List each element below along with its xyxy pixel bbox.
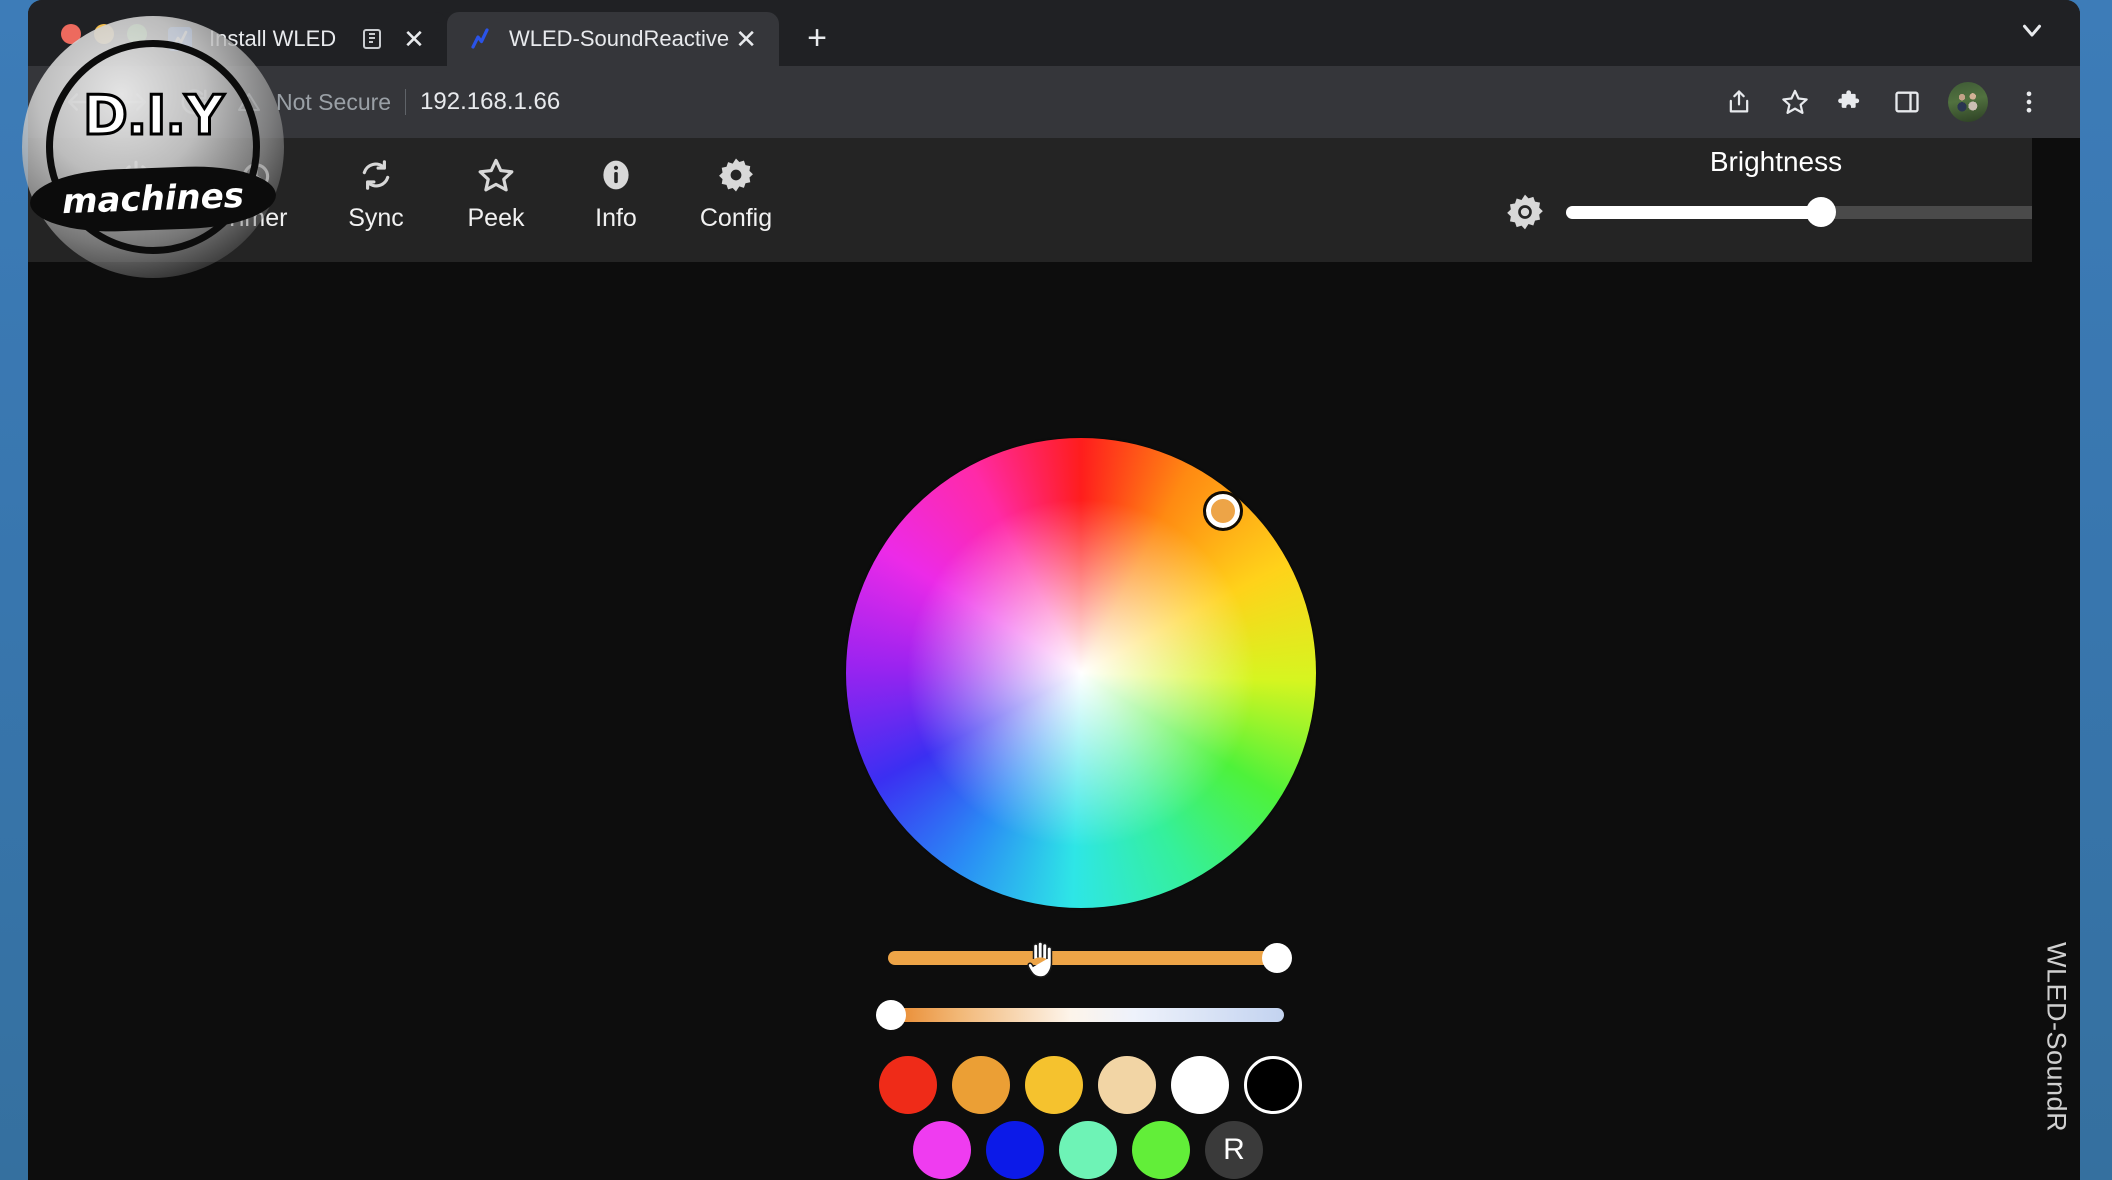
toolbar-label: Power bbox=[101, 204, 172, 233]
color-intensity-slider[interactable] bbox=[888, 945, 1284, 971]
toolbar-item-sync[interactable]: Sync bbox=[316, 138, 436, 233]
toolbar-label: Config bbox=[700, 204, 772, 233]
brightness-control: Brightness bbox=[1496, 146, 2056, 232]
swatch-random-button[interactable]: R bbox=[1205, 1121, 1263, 1179]
slider-thumb[interactable] bbox=[876, 1000, 906, 1030]
toolbar-item-power[interactable]: Power bbox=[76, 138, 196, 233]
color-wheel[interactable] bbox=[846, 438, 1316, 908]
new-tab-button[interactable]: + bbox=[793, 14, 841, 62]
bookmark-star-icon[interactable] bbox=[1770, 77, 1820, 127]
toolbar-item-peek[interactable]: Peek bbox=[436, 138, 556, 233]
brightness-track-fill bbox=[1566, 206, 1821, 219]
tab-install-wled[interactable]: Install WLED ✕ bbox=[147, 12, 447, 66]
back-arrow-icon[interactable] bbox=[52, 76, 104, 128]
color-wheel-gradient[interactable] bbox=[846, 438, 1316, 908]
brightness-slider[interactable] bbox=[1566, 202, 2056, 222]
swatch-aquamarine[interactable] bbox=[1059, 1121, 1117, 1179]
slider-track bbox=[888, 951, 1284, 965]
window-maximize-button[interactable] bbox=[127, 24, 147, 44]
url-divider bbox=[405, 89, 406, 115]
swatch-blue[interactable] bbox=[986, 1121, 1044, 1179]
desktop-background: Install WLED ✕ WL bbox=[0, 0, 2112, 1180]
swatch-red[interactable] bbox=[879, 1056, 937, 1114]
toolbar-label: Timer bbox=[225, 204, 288, 233]
quick-color-row-1 bbox=[879, 1056, 1302, 1114]
browser-window: Install WLED ✕ WL bbox=[28, 0, 2080, 1180]
wled-favicon-icon bbox=[467, 26, 493, 52]
gear-icon bbox=[717, 152, 755, 198]
info-icon bbox=[598, 152, 634, 198]
swatch-green[interactable] bbox=[1132, 1121, 1190, 1179]
toolbar-label: Sync bbox=[348, 204, 404, 233]
edge-label-text: WLED-SoundR bbox=[2041, 942, 2072, 1132]
swatch-peach[interactable] bbox=[1098, 1056, 1156, 1114]
not-secure-warning-icon[interactable] bbox=[236, 89, 262, 115]
timer-icon bbox=[239, 152, 273, 198]
tab-close-button[interactable]: ✕ bbox=[397, 22, 431, 56]
toolbar-item-timer[interactable]: Timer bbox=[196, 138, 316, 233]
swatch-amber[interactable] bbox=[1025, 1056, 1083, 1114]
quick-color-row-2: R bbox=[913, 1121, 1263, 1179]
toolbar-item-info[interactable]: Info bbox=[556, 138, 676, 233]
window-close-button[interactable] bbox=[61, 24, 81, 44]
forward-arrow-icon[interactable] bbox=[110, 76, 162, 128]
url-text: 192.168.1.66 bbox=[420, 88, 560, 116]
tab-strip: Install WLED ✕ WL bbox=[28, 0, 2080, 66]
wled-favicon-icon bbox=[167, 26, 193, 52]
wled-top-toolbar: Power Timer bbox=[28, 138, 2080, 262]
window-minimize-button[interactable] bbox=[94, 24, 114, 44]
brightness-sun-icon bbox=[1504, 192, 1546, 232]
swatch-white[interactable] bbox=[1171, 1056, 1229, 1114]
browser-toolbar: Not Secure 192.168.1.66 bbox=[28, 66, 2080, 138]
tab-wled-soundreactive[interactable]: WLED-SoundReactive ✕ bbox=[447, 12, 779, 66]
address-bar[interactable]: Not Secure 192.168.1.66 bbox=[236, 77, 1708, 127]
window-edge-tab-label: WLED-SoundR bbox=[2032, 138, 2080, 1180]
tab-title: WLED-SoundReactive bbox=[509, 26, 729, 52]
toolbar-label: Info bbox=[595, 204, 637, 233]
color-wheel-selector-handle[interactable] bbox=[1206, 494, 1240, 528]
window-traffic-lights bbox=[28, 24, 147, 66]
profile-avatar[interactable] bbox=[1948, 82, 1988, 122]
extensions-puzzle-icon[interactable] bbox=[1826, 77, 1876, 127]
reload-icon[interactable] bbox=[168, 76, 220, 128]
swatch-orange[interactable] bbox=[952, 1056, 1010, 1114]
power-icon bbox=[119, 152, 153, 198]
toolbar-item-config[interactable]: Config bbox=[676, 138, 796, 233]
swatch-magenta[interactable] bbox=[913, 1121, 971, 1179]
brightness-label: Brightness bbox=[1710, 146, 1842, 178]
share-icon[interactable] bbox=[1714, 77, 1764, 127]
side-panel-icon[interactable] bbox=[1882, 77, 1932, 127]
tab-title: Install WLED bbox=[209, 26, 357, 52]
slider-track bbox=[888, 1008, 1284, 1022]
chevron-down-icon[interactable] bbox=[2010, 8, 2054, 52]
wled-toolbar-items: Power Timer bbox=[28, 138, 796, 233]
brightness-slider-thumb[interactable] bbox=[1806, 197, 1836, 227]
three-dot-menu-icon[interactable] bbox=[2004, 77, 2054, 127]
swatch-black[interactable] bbox=[1244, 1056, 1302, 1114]
slider-thumb[interactable] bbox=[1262, 943, 1292, 973]
brightness-slider-row bbox=[1496, 192, 2056, 232]
security-status-text: Not Secure bbox=[276, 89, 391, 116]
color-temperature-slider[interactable] bbox=[888, 1002, 1284, 1028]
tab-close-button[interactable]: ✕ bbox=[729, 22, 763, 56]
toolbar-label: Peek bbox=[468, 204, 525, 233]
star-icon bbox=[477, 152, 515, 198]
wled-page: Power Timer bbox=[28, 138, 2080, 1180]
cast-icon[interactable] bbox=[357, 24, 387, 54]
sync-icon bbox=[358, 152, 394, 198]
